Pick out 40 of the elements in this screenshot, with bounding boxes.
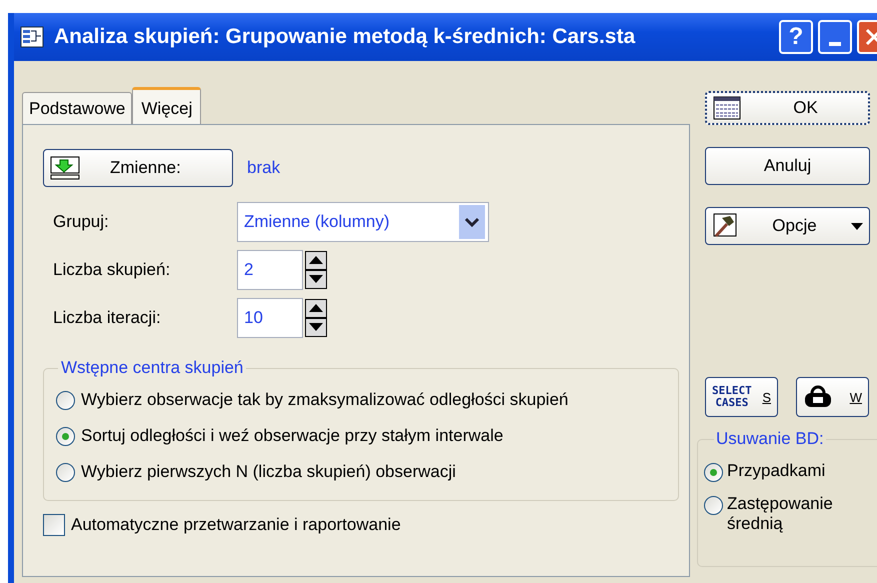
radio-button[interactable]: [704, 463, 723, 482]
radio-label: Przypadkami: [727, 461, 826, 481]
cancel-button[interactable]: Anuluj: [705, 147, 870, 185]
spinner-arrows-icon[interactable]: [305, 299, 327, 337]
help-button[interactable]: ?: [779, 20, 813, 54]
radio-label: Wybierz obserwacje tak by zmaksymalizować odległości skupień: [81, 390, 568, 410]
group-title: Usuwanie BD:: [715, 429, 825, 449]
radio-label: Wybierz pierwszych N (liczba skupień) obserwacji: [81, 462, 456, 482]
window-title: Analiza skupień: Grupowanie metodą k-średnich: Cars.sta: [54, 25, 636, 49]
group-by-dropdown[interactable]: Zmienne (kolumny): [237, 202, 489, 242]
radio-button[interactable]: [56, 426, 75, 446]
options-button[interactable]: Opcje: [705, 207, 870, 245]
app-icon: [20, 26, 44, 48]
radio-button[interactable]: [56, 390, 75, 410]
radio-label: Zastępowanie średnią: [727, 494, 834, 534]
spinner-label: Liczba iteracji:: [52, 308, 162, 328]
group-title: Wstępne centra skupień: [60, 358, 244, 378]
variables-icon: [50, 156, 80, 180]
variables-button[interactable]: Zmienne:: [43, 149, 233, 187]
radio-label: Sortuj odległości i weź obserwacje przy stałym interwale: [81, 426, 504, 446]
hammer-icon: [712, 212, 738, 240]
minimize-icon: [829, 42, 841, 46]
checkbox-label: Automatyczne przetwarzanie i raportowanie: [71, 515, 401, 535]
dropdown-arrow-icon: [851, 222, 863, 230]
radio-button[interactable]: [56, 462, 75, 482]
spinner-arrows-icon[interactable]: [305, 251, 327, 289]
radio-button[interactable]: [704, 496, 723, 515]
number-field[interactable]: 10: [237, 298, 303, 338]
tab[interactable]: Więcej: [132, 87, 202, 124]
table-icon: [713, 96, 741, 120]
chevron-down-icon: [459, 205, 485, 239]
group-by-label: Grupuj:: [52, 212, 110, 232]
number-field[interactable]: 2: [237, 250, 303, 290]
spinner-label: Liczba skupień:: [52, 260, 172, 280]
ok-button[interactable]: OK: [705, 91, 870, 125]
variables-value: brak: [247, 158, 280, 178]
weight-button[interactable]: W: [796, 377, 869, 417]
tab[interactable]: Podstawowe: [22, 92, 132, 124]
checkbox[interactable]: [43, 514, 65, 536]
minimize-button[interactable]: [818, 20, 852, 54]
